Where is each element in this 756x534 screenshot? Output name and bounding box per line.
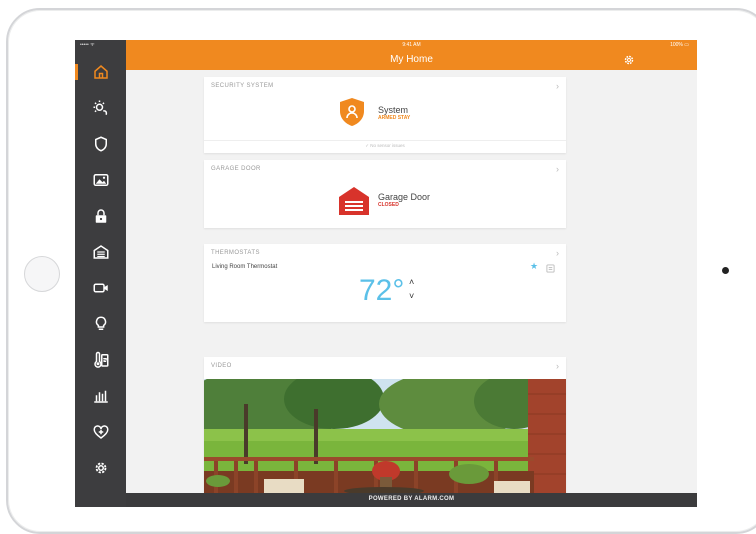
thermostat-card[interactable]: THERMOSTATS › Living Room Thermostat ★ 7…	[204, 244, 566, 322]
top-bar: 9:41 AM 100% ▭ My Home	[126, 40, 697, 70]
security-name: System	[378, 105, 409, 115]
sidebar-item-video[interactable]	[75, 274, 126, 302]
sidebar-item-reports[interactable]	[75, 382, 126, 410]
sidebar-item-locks[interactable]	[75, 202, 126, 230]
sensor-status-text: No sensor issues	[370, 143, 405, 148]
sidebar-item-garage[interactable]	[75, 238, 126, 266]
shield-person-icon	[340, 98, 364, 126]
video-card[interactable]: VIDEO ›	[204, 357, 566, 493]
sidebar-item-security[interactable]	[75, 130, 126, 158]
brand-logo: POWERED BY ALARM.COM	[368, 496, 455, 502]
card-title: GARAGE DOOR	[211, 166, 261, 172]
gear-icon	[95, 462, 106, 474]
card-title: SECURITY SYSTEM	[211, 83, 274, 89]
star-icon[interactable]: ★	[530, 261, 538, 272]
thermostat-temperature: 72°	[359, 274, 405, 307]
check-icon: ✓	[365, 143, 369, 148]
sidebar-item-home[interactable]	[75, 58, 126, 86]
sidebar-item-settings[interactable]	[75, 454, 126, 482]
shield-icon	[94, 136, 107, 152]
garage-icon	[93, 245, 108, 259]
brightness-icon	[93, 100, 107, 115]
camera-feed-image[interactable]	[204, 379, 566, 493]
temp-down-button[interactable]: ˅	[409, 291, 414, 301]
garage-door-card[interactable]: GARAGE DOOR › Garage Door CLOSED	[204, 160, 566, 228]
thermostat-name: Living Room Thermostat	[212, 264, 278, 270]
garage-state: CLOSED	[378, 202, 399, 208]
thermometer-icon	[93, 351, 108, 368]
app-screen: ••••• ᯤ 9:41 AM 100% ▭ My Home SECURITY …	[75, 40, 697, 507]
garage-status-group: Garage Door CLOSED	[378, 192, 430, 208]
home-button[interactable]	[24, 256, 60, 292]
sidebar-item-lights[interactable]	[75, 310, 126, 338]
card-title: VIDEO	[211, 363, 232, 369]
chevron-right-icon[interactable]: ›	[556, 361, 559, 371]
sidebar-item-thermostat[interactable]	[75, 346, 126, 374]
chevron-right-icon[interactable]: ›	[556, 164, 559, 174]
status-time: 9:41 AM	[402, 42, 421, 48]
security-state: ARMED STAY	[378, 115, 411, 121]
schedule-icon[interactable]	[546, 264, 555, 273]
status-battery: 100% ▭	[670, 42, 689, 48]
sidebar-item-brightness[interactable]	[75, 94, 126, 122]
image-icon	[93, 174, 108, 186]
page-title: My Home	[390, 54, 433, 65]
security-status-group: System ARMED STAY	[378, 105, 410, 121]
lock-icon	[95, 209, 106, 223]
dashboard-content: SECURITY SYSTEM › System ARMED STAY ✓ No…	[126, 70, 697, 493]
settings-gear-icon[interactable]	[623, 54, 635, 66]
chevron-right-icon[interactable]: ›	[556, 248, 559, 258]
temp-up-button[interactable]: ˄	[409, 277, 414, 287]
powered-by-footer: POWERED BY ALARM.COM	[126, 493, 697, 507]
security-system-card[interactable]: SECURITY SYSTEM › System ARMED STAY ✓ No…	[204, 77, 566, 153]
sidebar: ••••• ᯤ	[75, 40, 126, 507]
card-title: THERMOSTATS	[211, 250, 260, 256]
active-indicator	[75, 64, 78, 80]
card-divider	[204, 140, 566, 141]
lightbulb-icon	[95, 316, 106, 330]
garage-door-icon	[339, 187, 369, 215]
camera-dot	[722, 267, 729, 274]
sidebar-item-images[interactable]	[75, 166, 126, 194]
chevron-right-icon[interactable]: ›	[556, 81, 559, 91]
heart-plus-icon	[93, 425, 108, 439]
status-carrier: ••••• ᯤ	[80, 42, 95, 48]
home-icon	[93, 65, 108, 79]
garage-name: Garage Door	[378, 192, 431, 202]
bar-chart-icon	[93, 390, 108, 403]
video-camera-icon	[93, 283, 108, 293]
sidebar-item-wellness[interactable]	[75, 418, 126, 446]
sensor-status: ✓ No sensor issues	[204, 143, 566, 149]
